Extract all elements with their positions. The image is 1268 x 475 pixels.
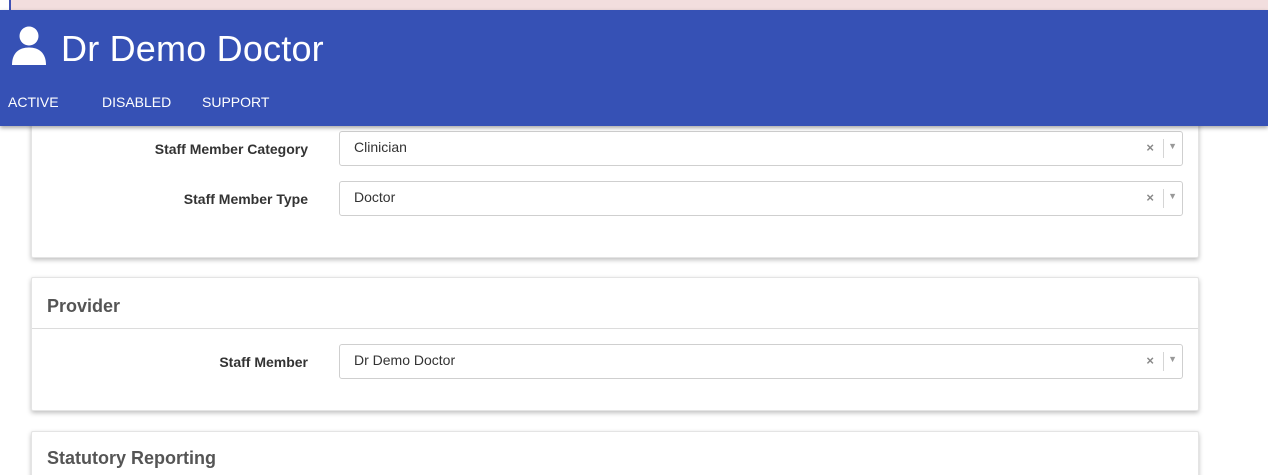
staff-member-type-label: Staff Member Type (183, 191, 308, 207)
page-content[interactable]: Staff Member Category Clinician × ▼ Staf… (0, 126, 1268, 475)
top-alert-strip (9, 0, 1268, 10)
select-separator (1163, 352, 1164, 371)
provider-card-title: Provider (47, 296, 121, 316)
card-divider (32, 328, 1198, 329)
staff-member-type-value: Doctor (354, 189, 396, 205)
tab-disabled[interactable]: DISABLED (102, 94, 171, 110)
statutory-reporting-card: Statutory Reporting (31, 431, 1199, 475)
staff-member-category-label: Staff Member Category (154, 141, 308, 157)
tab-support[interactable]: SUPPORT (202, 94, 269, 110)
page-title: Dr Demo Doctor (61, 28, 324, 69)
select-separator (1163, 189, 1164, 208)
staff-member-type-select[interactable]: Doctor × ▼ (339, 181, 1183, 216)
chevron-down-icon[interactable]: ▼ (1168, 191, 1177, 201)
select-separator (1163, 139, 1164, 158)
provider-card: Provider Staff Member Dr Demo Doctor × ▼ (31, 277, 1199, 411)
chevron-down-icon[interactable]: ▼ (1168, 354, 1177, 364)
clear-icon[interactable]: × (1146, 353, 1154, 368)
staff-member-select[interactable]: Dr Demo Doctor × ▼ (339, 344, 1183, 379)
clear-icon[interactable]: × (1146, 190, 1154, 205)
staff-member-category-select[interactable]: Clinician × ▼ (339, 131, 1183, 166)
user-icon (12, 26, 46, 65)
top-strip-edge (9, 0, 11, 10)
staff-member-category-value: Clinician (354, 139, 407, 155)
staff-member-value: Dr Demo Doctor (354, 352, 456, 368)
page-header: Dr Demo Doctor ACTIVE DISABLED SUPPORT (0, 10, 1268, 126)
staff-member-label: Staff Member (219, 354, 308, 370)
chevron-down-icon[interactable]: ▼ (1168, 141, 1177, 151)
staff-details-card: Staff Member Category Clinician × ▼ Staf… (31, 126, 1199, 258)
clear-icon[interactable]: × (1146, 140, 1154, 155)
statutory-reporting-card-title: Statutory Reporting (47, 448, 216, 468)
tab-active[interactable]: ACTIVE (8, 94, 59, 110)
